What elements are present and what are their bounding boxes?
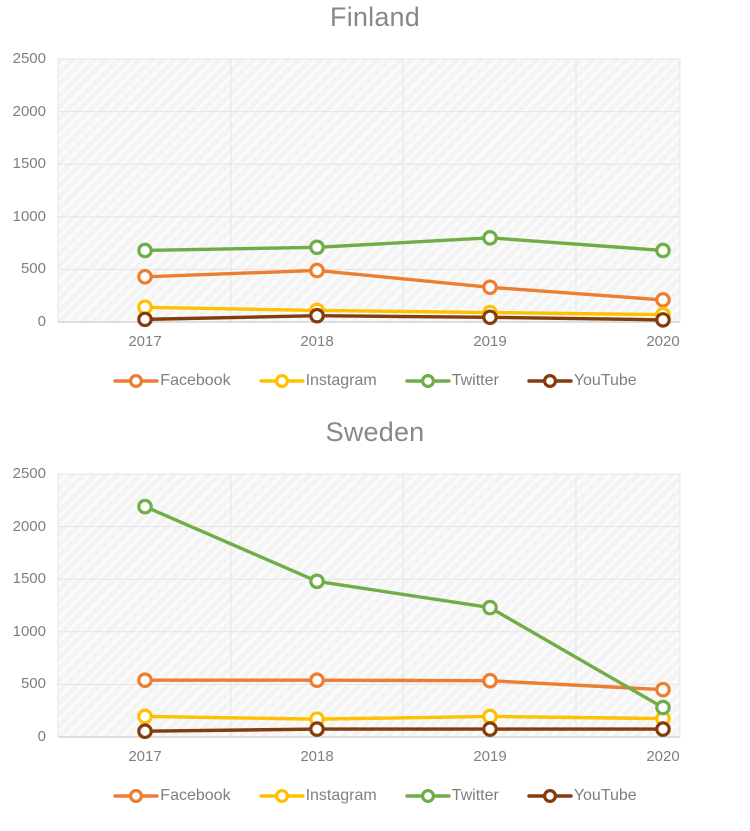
legend-sweden: Facebook Instagram Twitter YouTube <box>0 787 750 805</box>
legend-label: Facebook <box>160 372 231 389</box>
legend-swatch-icon <box>527 788 573 804</box>
data-point-twitter <box>655 242 671 259</box>
data-point-youtube <box>482 721 498 737</box>
y-axis-tick-label: 2000 <box>12 102 46 120</box>
legend-label: YouTube <box>573 787 637 804</box>
y-axis-tick-label: 2500 <box>12 50 46 67</box>
x-axis-tick-label: 2020 <box>646 748 680 765</box>
data-point-facebook <box>655 292 671 308</box>
data-point-facebook <box>482 672 498 689</box>
legend-label: Instagram <box>305 787 377 804</box>
y-axis-tick-label: 2000 <box>12 517 46 535</box>
legend-swatch-icon <box>113 373 159 389</box>
y-axis-tick-label: 500 <box>20 675 46 693</box>
data-point-facebook <box>482 279 498 296</box>
y-axis-tick-label: 1000 <box>12 207 46 225</box>
y-axis-tick-label: 1500 <box>12 155 46 173</box>
legend-item-instagram[interactable]: Instagram <box>258 787 377 805</box>
legend-swatch-icon <box>258 373 305 389</box>
x-axis-tick-label: 2019 <box>473 333 507 350</box>
data-point-instagram <box>482 708 498 725</box>
data-point-twitter <box>482 599 498 616</box>
legend-swatch-icon <box>258 788 305 804</box>
y-axis-tick-label: 1000 <box>12 622 46 640</box>
data-point-youtube <box>137 311 153 328</box>
x-axis-tick-label: 2017 <box>128 333 162 350</box>
data-point-instagram <box>137 708 153 725</box>
legend-swatch-icon <box>527 373 573 389</box>
legend-label: Facebook <box>160 787 231 804</box>
legend-swatch-icon <box>405 788 451 804</box>
legend-item-youtube[interactable]: YouTube <box>527 787 637 805</box>
data-point-youtube <box>309 307 325 324</box>
x-axis-tick-label: 2019 <box>473 748 507 765</box>
legend-item-twitter[interactable]: Twitter <box>405 787 499 805</box>
legend-label: Twitter <box>451 787 499 804</box>
y-axis-tick-label: 0 <box>37 313 46 330</box>
data-point-twitter <box>655 699 671 716</box>
plot-background <box>58 59 680 322</box>
data-point-facebook <box>137 268 153 285</box>
data-point-twitter <box>309 239 325 256</box>
legend-swatch-icon <box>113 788 159 804</box>
data-point-facebook <box>309 672 325 688</box>
legend-item-twitter[interactable]: Twitter <box>405 372 499 390</box>
x-axis-tick-label: 2018 <box>300 333 334 350</box>
data-point-twitter <box>137 498 153 515</box>
legend-label: Twitter <box>451 372 499 389</box>
data-point-facebook <box>655 681 671 698</box>
plot-svg <box>57 473 681 740</box>
x-axis-tick-label: 2020 <box>646 333 680 350</box>
x-axis-tick-label: 2017 <box>128 748 162 765</box>
data-point-facebook <box>137 672 153 688</box>
legend-item-facebook[interactable]: Facebook <box>113 787 231 805</box>
data-point-youtube <box>655 312 671 328</box>
chart-panel-sweden: Sweden 0 500 1000 1500 2000 2500 2017 2018 2019 2… <box>0 415 750 830</box>
data-point-youtube <box>482 309 498 326</box>
data-point-twitter <box>482 230 498 246</box>
chart-panel-finland: Finland 0 500 1000 1500 2000 2500 2017 2018 2019… <box>0 0 750 415</box>
legend-item-youtube[interactable]: YouTube <box>527 372 637 390</box>
data-point-youtube <box>137 723 153 740</box>
legend-swatch-icon <box>405 373 451 389</box>
x-axis-tick-label: 2018 <box>300 748 334 765</box>
y-axis-tick-label: 500 <box>20 260 46 278</box>
data-point-youtube <box>309 721 325 737</box>
legend-label: Instagram <box>305 372 377 389</box>
legend-item-instagram[interactable]: Instagram <box>258 372 377 390</box>
legend-item-facebook[interactable]: Facebook <box>113 372 231 390</box>
data-point-youtube <box>655 721 671 737</box>
y-axis-tick-label: 0 <box>37 728 46 745</box>
y-axis-tick-label: 2500 <box>12 465 46 482</box>
series-line-instagram <box>143 714 665 721</box>
data-point-twitter <box>309 573 325 590</box>
plot-svg <box>57 58 681 328</box>
legend-label: YouTube <box>573 372 637 389</box>
y-axis-tick-label: 1500 <box>12 570 46 588</box>
data-point-twitter <box>137 242 153 259</box>
legend-finland: Facebook Instagram Twitter YouTube <box>0 372 750 390</box>
data-point-facebook <box>309 262 325 279</box>
plot-background <box>58 474 680 737</box>
